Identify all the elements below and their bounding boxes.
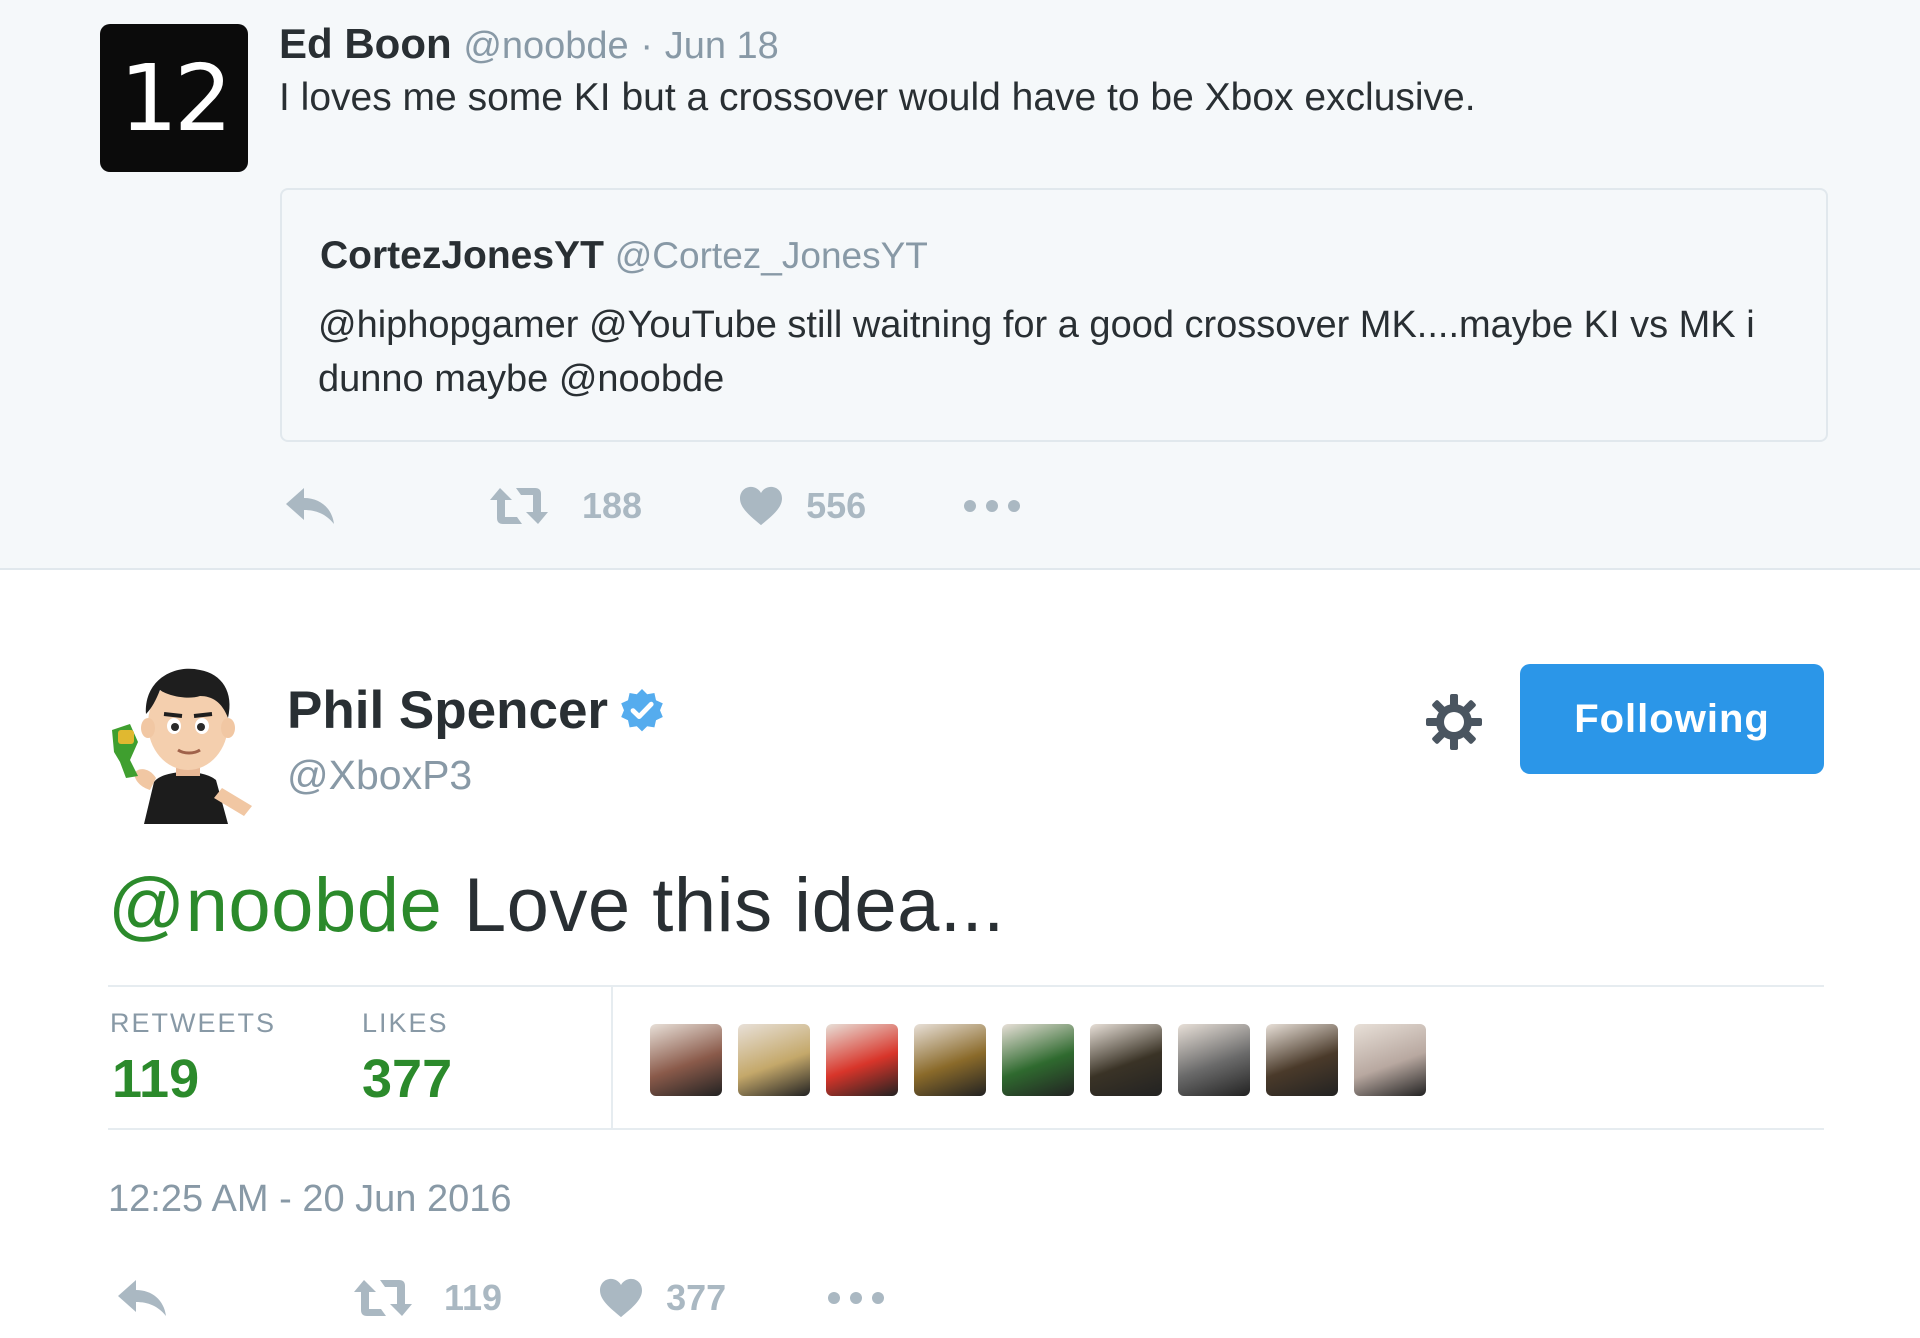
retweet-button[interactable]: 188 bbox=[488, 484, 642, 528]
mention-link[interactable]: @noobde bbox=[108, 863, 442, 948]
like-button[interactable]: 377 bbox=[598, 1277, 726, 1319]
cartoon-avatar-image bbox=[112, 668, 252, 824]
reply-button[interactable] bbox=[282, 484, 338, 528]
quoted-tweet-text: @hiphopgamer @YouTube still waitning for… bbox=[318, 304, 1755, 400]
author-handle[interactable]: @noobde bbox=[463, 25, 628, 67]
more-icon bbox=[964, 500, 1021, 512]
heart-icon bbox=[600, 1278, 643, 1318]
tweet-text: I loves me some KI but a crossover would… bbox=[279, 76, 1476, 119]
liker-avatar[interactable] bbox=[826, 1024, 898, 1096]
quoted-tweet-card[interactable]: CortezJonesYT @Cortez_JonesYT @hiphopgam… bbox=[280, 188, 1828, 442]
reply-icon bbox=[286, 488, 334, 524]
reply-icon bbox=[118, 1280, 166, 1316]
liker-avatar[interactable] bbox=[1090, 1024, 1162, 1096]
tweet-text: @noobde Love this idea... bbox=[108, 862, 1005, 949]
author-name[interactable]: Ed Boon bbox=[279, 20, 452, 67]
tweet-actions: 188 556 bbox=[282, 484, 1022, 528]
liker-avatar[interactable] bbox=[1266, 1024, 1338, 1096]
likes-label: LIKES bbox=[362, 1008, 449, 1038]
liker-avatar[interactable] bbox=[738, 1024, 810, 1096]
tweet-header: Ed Boon @noobde · Jun 18 bbox=[279, 20, 779, 68]
settings-button[interactable] bbox=[1422, 690, 1486, 754]
avatar[interactable]: 12 bbox=[100, 24, 248, 172]
tweet-timestamp[interactable]: 12:25 AM - 20 Jun 2016 bbox=[108, 1178, 512, 1221]
tweet-date[interactable]: Jun 18 bbox=[665, 25, 779, 67]
divider bbox=[108, 985, 1824, 987]
liker-avatar[interactable] bbox=[1354, 1024, 1426, 1096]
likes-count[interactable]: 377 bbox=[362, 1048, 452, 1110]
divider bbox=[611, 987, 613, 1128]
retweet-button[interactable]: 119 bbox=[352, 1276, 502, 1320]
verified-badge-icon bbox=[621, 688, 663, 731]
retweets-count[interactable]: 119 bbox=[112, 1048, 199, 1110]
author-name[interactable]: Phil Spencer bbox=[287, 680, 608, 741]
like-button[interactable]: 556 bbox=[738, 485, 866, 527]
tweet-actions: 119 377 bbox=[114, 1276, 886, 1320]
author-name-row: Phil Spencer bbox=[287, 680, 666, 741]
retweet-count: 188 bbox=[582, 485, 643, 526]
quoted-author-handle: @Cortez_JonesYT bbox=[614, 235, 928, 276]
liker-avatar[interactable] bbox=[650, 1024, 722, 1096]
divider bbox=[108, 1128, 1824, 1130]
like-count: 556 bbox=[806, 485, 867, 526]
like-count: 377 bbox=[666, 1277, 727, 1318]
retweet-icon bbox=[354, 1280, 412, 1316]
tweet-body: Love this idea... bbox=[442, 863, 1005, 948]
retweets-label: RETWEETS bbox=[110, 1008, 277, 1038]
avatar-logo-text: 12 bbox=[119, 44, 232, 152]
author-handle[interactable]: @XboxP3 bbox=[287, 752, 472, 799]
retweet-icon bbox=[490, 488, 548, 524]
avatar[interactable] bbox=[104, 656, 264, 824]
reply-button[interactable] bbox=[114, 1276, 170, 1320]
more-icon bbox=[828, 1292, 885, 1304]
replied-tweet: 12 Ed Boon @noobde · Jun 18 I loves me s… bbox=[0, 0, 1920, 570]
heart-icon bbox=[740, 486, 783, 526]
more-button[interactable] bbox=[826, 1290, 886, 1306]
separator: · bbox=[640, 25, 654, 67]
retweet-count: 119 bbox=[444, 1277, 503, 1318]
quoted-author-name: CortezJonesYT bbox=[320, 234, 604, 277]
gear-icon bbox=[1426, 694, 1482, 750]
following-button[interactable]: Following bbox=[1520, 664, 1824, 774]
more-button[interactable] bbox=[962, 498, 1022, 514]
liker-avatar[interactable] bbox=[1002, 1024, 1074, 1096]
liker-avatar[interactable] bbox=[1178, 1024, 1250, 1096]
liker-avatar[interactable] bbox=[914, 1024, 986, 1096]
quoted-tweet-header: CortezJonesYT @Cortez_JonesYT bbox=[320, 234, 928, 278]
